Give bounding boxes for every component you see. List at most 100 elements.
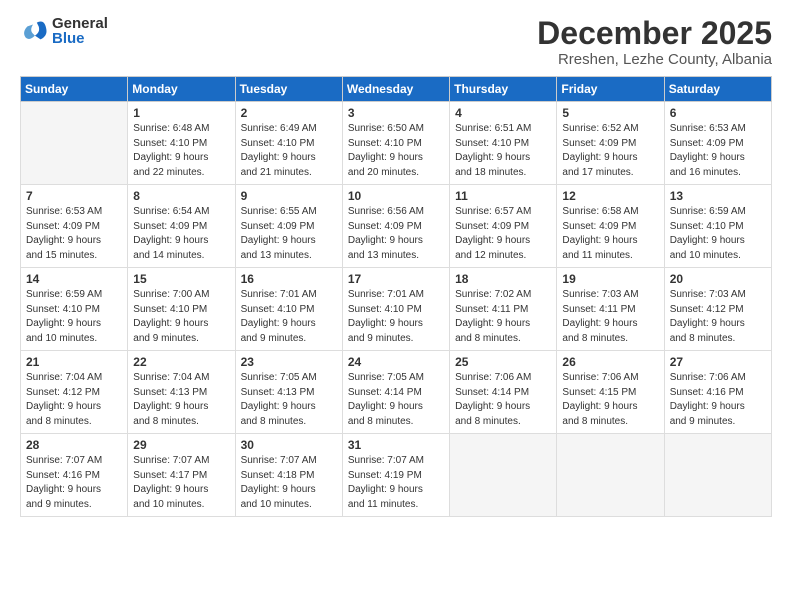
day-number: 31 [348,438,444,452]
table-row: 17 Sunrise: 7:01 AMSunset: 4:10 PMDayligh… [342,268,449,351]
table-row: 20 Sunrise: 7:03 AMSunset: 4:12 PMDayligh… [664,268,771,351]
day-number: 28 [26,438,122,452]
day-number: 10 [348,189,444,203]
calendar-week-row: 1 Sunrise: 6:48 AMSunset: 4:10 PMDaylight… [21,102,772,185]
header-wednesday: Wednesday [342,77,449,102]
table-row: 31Sunrise: 7:07 AMSunset: 4:19 PMDayligh… [342,434,449,517]
table-row: 28 Sunrise: 7:07 AMSunset: 4:16 PMDayligh… [21,434,128,517]
table-row: 14Sunrise: 6:59 AMSunset: 4:10 PMDayligh… [21,268,128,351]
month-title: December 2025 [537,16,772,51]
table-row: 29Sunrise: 7:07 AMSunset: 4:17 PMDayligh… [128,434,235,517]
day-number: 20 [670,272,766,286]
weekday-header-row: Sunday Monday Tuesday Wednesday Thursday… [21,77,772,102]
day-info: Sunrise: 7:01 AMSunset: 4:10 PMDaylight:… [348,288,444,346]
header-friday: Friday [557,77,664,102]
day-number: 26 [562,355,658,369]
day-number: 17 [348,272,444,286]
day-number: 21 [26,355,122,369]
day-number: 16 [241,272,337,286]
day-number: 15 [133,272,229,286]
day-number: 18 [455,272,551,286]
table-row: 21 Sunrise: 7:04 AMSunset: 4:12 PMDayligh… [21,351,128,434]
table-row: 27Sunrise: 7:06 AMSunset: 4:16 PMDayligh… [664,351,771,434]
day-number: 1 [133,106,229,120]
day-number: 6 [670,106,766,120]
table-row: 23 Sunrise: 7:05 AMSunset: 4:13 PMDayligh… [235,351,342,434]
header-saturday: Saturday [664,77,771,102]
day-number: 7 [26,189,122,203]
day-info: Sunrise: 6:52 AMSunset: 4:09 PMDaylight:… [562,122,658,180]
day-number: 2 [241,106,337,120]
table-row: 24Sunrise: 7:05 AMSunset: 4:14 PMDayligh… [342,351,449,434]
day-info: Sunrise: 7:07 AMSunset: 4:16 PMDaylight:… [26,454,122,512]
day-info: Sunrise: 6:57 AMSunset: 4:09 PMDaylight:… [455,205,551,263]
calendar-week-row: 21 Sunrise: 7:04 AMSunset: 4:12 PMDayligh… [21,351,772,434]
table-row: 18 Sunrise: 7:02 AMSunset: 4:11 PMDayligh… [450,268,557,351]
table-row: 12 Sunrise: 6:58 AMSunset: 4:09 PMDayligh… [557,185,664,268]
day-info: Sunrise: 7:04 AMSunset: 4:13 PMDaylight:… [133,371,229,429]
day-info: Sunrise: 6:58 AMSunset: 4:09 PMDaylight:… [562,205,658,263]
day-info: Sunrise: 7:04 AMSunset: 4:12 PMDaylight:… [26,371,122,429]
day-number: 8 [133,189,229,203]
table-row: 6 Sunrise: 6:53 AMSunset: 4:09 PMDaylight… [664,102,771,185]
header-thursday: Thursday [450,77,557,102]
header-sunday: Sunday [21,77,128,102]
day-info: Sunrise: 6:48 AMSunset: 4:10 PMDaylight:… [133,122,229,180]
day-number: 4 [455,106,551,120]
table-row: 19 Sunrise: 7:03 AMSunset: 4:11 PMDayligh… [557,268,664,351]
day-info: Sunrise: 7:06 AMSunset: 4:14 PMDaylight:… [455,371,551,429]
day-info: Sunrise: 6:55 AMSunset: 4:09 PMDaylight:… [241,205,337,263]
calendar-week-row: 28 Sunrise: 7:07 AMSunset: 4:16 PMDayligh… [21,434,772,517]
day-info: Sunrise: 7:06 AMSunset: 4:15 PMDaylight:… [562,371,658,429]
day-info: Sunrise: 7:06 AMSunset: 4:16 PMDaylight:… [670,371,766,429]
day-info: Sunrise: 6:53 AMSunset: 4:09 PMDaylight:… [26,205,122,263]
day-number: 12 [562,189,658,203]
day-info: Sunrise: 6:53 AMSunset: 4:09 PMDaylight:… [670,122,766,180]
table-row: 8 Sunrise: 6:54 AMSunset: 4:09 PMDaylight… [128,185,235,268]
table-row: 1 Sunrise: 6:48 AMSunset: 4:10 PMDaylight… [128,102,235,185]
table-row: 30Sunrise: 7:07 AMSunset: 4:18 PMDayligh… [235,434,342,517]
day-number: 13 [670,189,766,203]
table-row: 7 Sunrise: 6:53 AMSunset: 4:09 PMDaylight… [21,185,128,268]
day-info: Sunrise: 7:03 AMSunset: 4:12 PMDaylight:… [670,288,766,346]
table-row: 25 Sunrise: 7:06 AMSunset: 4:14 PMDayligh… [450,351,557,434]
table-row [664,434,771,517]
day-info: Sunrise: 7:03 AMSunset: 4:11 PMDaylight:… [562,288,658,346]
day-info: Sunrise: 6:51 AMSunset: 4:10 PMDaylight:… [455,122,551,180]
day-number: 23 [241,355,337,369]
day-info: Sunrise: 7:00 AMSunset: 4:10 PMDaylight:… [133,288,229,346]
calendar-week-row: 7 Sunrise: 6:53 AMSunset: 4:09 PMDaylight… [21,185,772,268]
day-info: Sunrise: 7:05 AMSunset: 4:13 PMDaylight:… [241,371,337,429]
table-row: 3 Sunrise: 6:50 AMSunset: 4:10 PMDaylight… [342,102,449,185]
day-number: 9 [241,189,337,203]
calendar-table: Sunday Monday Tuesday Wednesday Thursday… [20,76,772,517]
day-number: 22 [133,355,229,369]
day-info: Sunrise: 7:05 AMSunset: 4:14 PMDaylight:… [348,371,444,429]
day-number: 3 [348,106,444,120]
table-row: 10 Sunrise: 6:56 AMSunset: 4:09 PMDayligh… [342,185,449,268]
logo-icon [20,17,48,45]
day-number: 19 [562,272,658,286]
logo-blue: Blue [52,31,108,46]
day-info: Sunrise: 6:56 AMSunset: 4:09 PMDaylight:… [348,205,444,263]
table-row: 5Sunrise: 6:52 AMSunset: 4:09 PMDaylight… [557,102,664,185]
day-number: 14 [26,272,122,286]
header-monday: Monday [128,77,235,102]
day-info: Sunrise: 6:54 AMSunset: 4:09 PMDaylight:… [133,205,229,263]
table-row: 4 Sunrise: 6:51 AMSunset: 4:10 PMDaylight… [450,102,557,185]
table-row: 9 Sunrise: 6:55 AMSunset: 4:09 PMDaylight… [235,185,342,268]
header-tuesday: Tuesday [235,77,342,102]
logo-text: General Blue [52,16,108,46]
location-subtitle: Rreshen, Lezhe County, Albania [537,51,772,68]
day-info: Sunrise: 6:49 AMSunset: 4:10 PMDaylight:… [241,122,337,180]
day-info: Sunrise: 7:02 AMSunset: 4:11 PMDaylight:… [455,288,551,346]
day-number: 11 [455,189,551,203]
table-row [450,434,557,517]
day-info: Sunrise: 6:50 AMSunset: 4:10 PMDaylight:… [348,122,444,180]
calendar-week-row: 14Sunrise: 6:59 AMSunset: 4:10 PMDayligh… [21,268,772,351]
table-row: 22 Sunrise: 7:04 AMSunset: 4:13 PMDayligh… [128,351,235,434]
table-row [557,434,664,517]
table-row: 26 Sunrise: 7:06 AMSunset: 4:15 PMDayligh… [557,351,664,434]
day-info: Sunrise: 7:07 AMSunset: 4:17 PMDaylight:… [133,454,229,512]
day-number: 25 [455,355,551,369]
